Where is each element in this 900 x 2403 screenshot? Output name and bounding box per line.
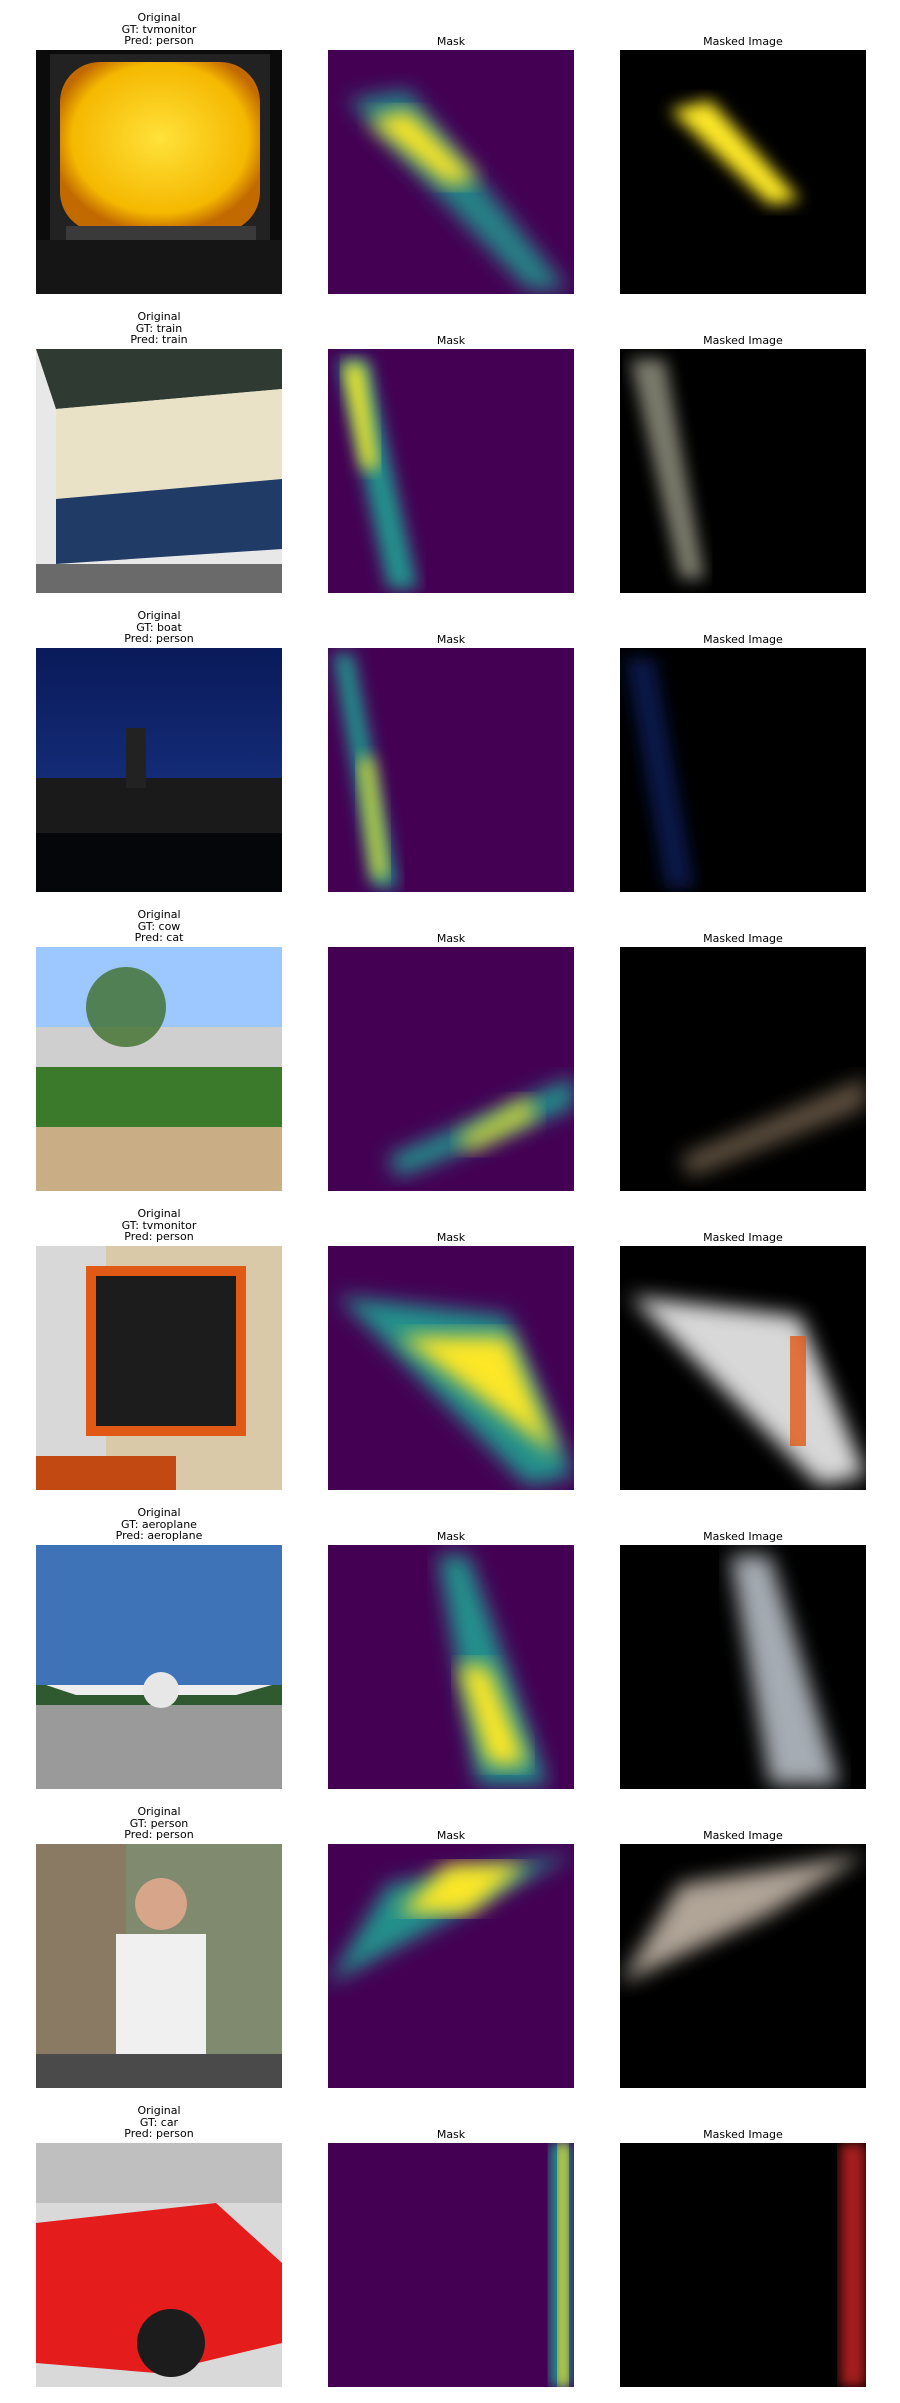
masked-image-title: Masked Image [703,633,783,646]
original-image [36,648,282,892]
mask-title: Mask [436,932,466,945]
row-6: Original GT: person Pred: person Mask Ma… [0,1806,900,2104]
original-title: Original GT: cow Pred: cat [134,908,184,944]
masked-image [620,2143,866,2387]
mask-title: Mask [436,1829,466,1842]
masked-image [620,947,866,1191]
mask-image [328,1246,574,1490]
masked-image [620,1545,866,1789]
original-title: Original GT: train Pred: train [130,310,188,346]
masked-image-title: Masked Image [703,1231,783,1244]
original-title: Original GT: boat Pred: person [124,609,194,645]
masked-image [620,648,866,892]
mask-image [328,349,574,593]
masked-image [620,1844,866,2088]
masked-image [620,50,866,294]
mask-image [328,50,574,294]
mask-image [328,2143,574,2387]
original-title: Original GT: car Pred: person [124,2104,194,2140]
mask-title: Mask [436,334,466,347]
row-3: Original GT: cow Pred: cat Mask Masked I… [0,909,900,1207]
original-image [36,1545,282,1789]
mask-image [328,1844,574,2088]
row-5: Original GT: aeroplane Pred: aeroplane M… [0,1507,900,1805]
masked-image [620,1246,866,1490]
mask-image [328,648,574,892]
mask-title: Mask [436,1530,466,1543]
row-7: Original GT: car Pred: person Mask Maske… [0,2105,900,2403]
original-image [36,1246,282,1490]
mask-image [328,947,574,1191]
mask-title: Mask [436,633,466,646]
row-1: Original GT: train Pred: train Mask Mask… [0,311,900,609]
mask-title: Mask [436,2128,466,2141]
masked-image [620,349,866,593]
masked-image-title: Masked Image [703,1829,783,1842]
masked-image-title: Masked Image [703,2128,783,2141]
original-image [36,349,282,593]
row-4: Original GT: tvmonitor Pred: person Mask… [0,1208,900,1506]
row-0: Original GT: tvmonitor Pred: person Mask… [0,12,900,310]
mask-title: Mask [436,35,466,48]
mask-image [328,1545,574,1789]
original-title: Original GT: aeroplane Pred: aeroplane [115,1506,203,1542]
row-2: Original GT: boat Pred: person Mask Mask… [0,610,900,908]
original-image [36,50,282,294]
original-title: Original GT: tvmonitor Pred: person [121,11,197,47]
masked-image-title: Masked Image [703,932,783,945]
original-image [36,947,282,1191]
saliency-figure: Original GT: tvmonitor Pred: person Mask… [0,0,900,2400]
original-image [36,2143,282,2387]
original-title: Original GT: person Pred: person [124,1805,194,1841]
mask-title: Mask [436,1231,466,1244]
original-image [36,1844,282,2088]
masked-image-title: Masked Image [703,1530,783,1543]
masked-image-title: Masked Image [703,35,783,48]
masked-image-title: Masked Image [703,334,783,347]
original-title: Original GT: tvmonitor Pred: person [121,1207,197,1243]
